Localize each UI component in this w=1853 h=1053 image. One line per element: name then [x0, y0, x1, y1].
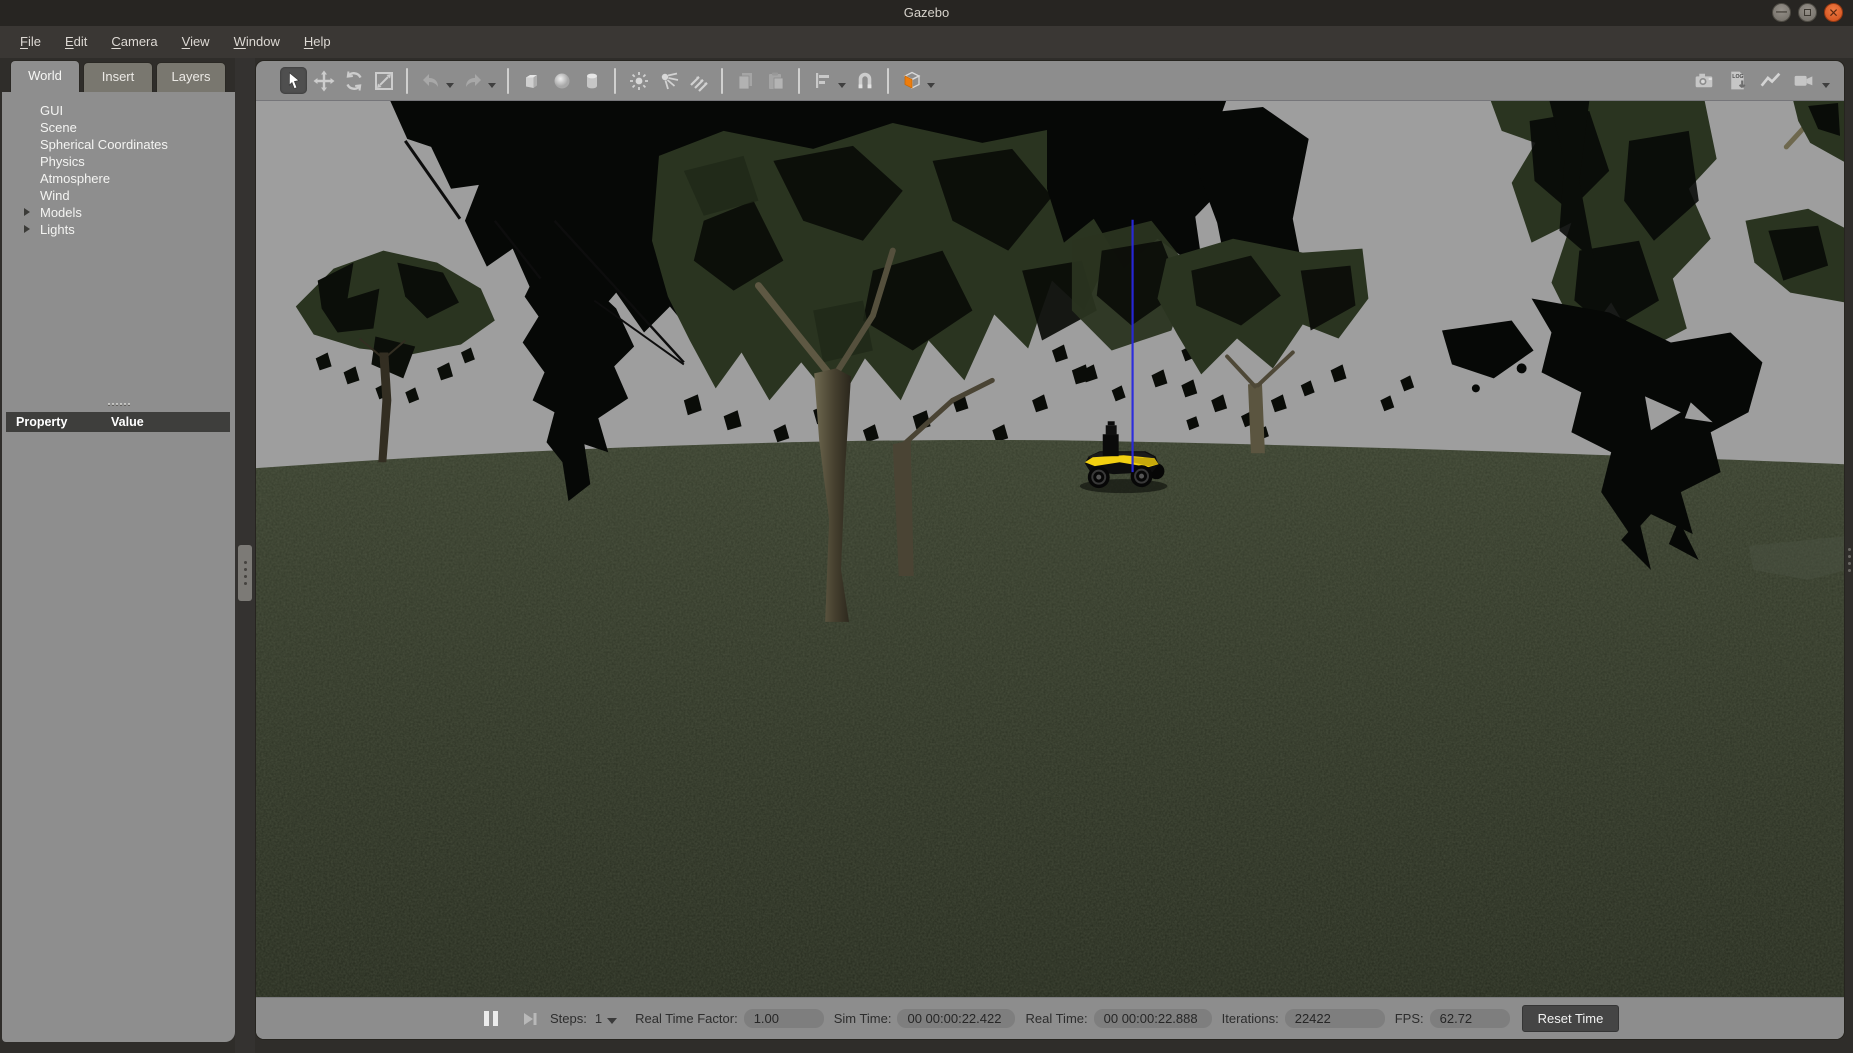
tree-item-lights[interactable]: Lights	[2, 221, 235, 238]
real-time-field[interactable]: 00 00:00:22.888	[1094, 1009, 1212, 1028]
menu-window[interactable]: Window	[222, 26, 292, 58]
right-splitter-handle[interactable]	[1848, 548, 1851, 572]
fps-field[interactable]: 62.72	[1430, 1009, 1510, 1028]
svg-text:LOG: LOG	[1732, 74, 1743, 80]
iterations-label: Iterations:	[1222, 1011, 1279, 1026]
translate-tool-icon[interactable]	[310, 67, 337, 94]
tree-item-physics[interactable]: Physics	[2, 153, 235, 170]
main-area: LOG	[255, 60, 1845, 1040]
toolbar-separator	[406, 68, 408, 94]
simulation-scene	[256, 101, 1844, 997]
maximize-button[interactable]	[1798, 3, 1817, 22]
select-tool-icon[interactable]	[280, 67, 307, 94]
world-panel: GUI Scene Spherical Coordinates Physics …	[2, 92, 235, 1042]
left-panel: World Insert Layers GUI Scene Spherical …	[2, 60, 235, 1042]
undo-icon[interactable]	[417, 67, 444, 94]
cylinder-shape-icon[interactable]	[578, 67, 605, 94]
spot-light-icon[interactable]	[655, 67, 682, 94]
minimize-button[interactable]: —	[1772, 3, 1791, 22]
window-controls: — ✕	[1772, 3, 1843, 22]
fps-label: FPS:	[1395, 1011, 1424, 1026]
sim-time-label: Sim Time:	[834, 1011, 892, 1026]
world-tree: GUI Scene Spherical Coordinates Physics …	[2, 92, 235, 238]
menu-help[interactable]: Help	[292, 26, 343, 58]
robot-sensor-mast	[1103, 434, 1119, 456]
render-viewport-3d[interactable]	[256, 101, 1844, 997]
toolbar-separator	[721, 68, 723, 94]
gazebo-window: Gazebo — ✕ File Edit Camera View Window …	[0, 0, 1853, 1053]
redo-icon[interactable]	[459, 67, 486, 94]
panel-tabs: World Insert Layers	[2, 60, 235, 92]
splitter-handle[interactable]	[238, 545, 252, 601]
menubar: File Edit Camera View Window Help	[0, 26, 1853, 58]
pause-button[interactable]	[480, 1008, 502, 1030]
property-column-header: Property	[6, 412, 111, 432]
tree-item-gui[interactable]: GUI	[2, 102, 235, 119]
tab-insert[interactable]: Insert	[83, 62, 153, 92]
toolbar-right-group: LOG	[1691, 67, 1844, 94]
screenshot-camera-icon[interactable]	[1691, 67, 1718, 94]
titlebar[interactable]: Gazebo — ✕	[0, 0, 1853, 26]
steps-dropdown-caret[interactable]	[607, 1018, 617, 1024]
directional-light-icon[interactable]	[685, 67, 712, 94]
align-tool-icon[interactable]	[809, 67, 836, 94]
dropdown-caret[interactable]	[927, 83, 935, 88]
rtf-field[interactable]: 1.00	[744, 1009, 824, 1028]
steps-label: Steps:	[550, 1011, 587, 1026]
plot-icon[interactable]	[1757, 67, 1784, 94]
tab-world[interactable]: World	[10, 60, 80, 92]
toolbar-separator	[507, 68, 509, 94]
dropdown-caret[interactable]	[446, 83, 454, 88]
expand-arrow-icon[interactable]	[24, 208, 30, 216]
vertical-splitter[interactable]	[235, 58, 255, 1053]
tree-item-spherical-coordinates[interactable]: Spherical Coordinates	[2, 136, 235, 153]
rtf-label: Real Time Factor:	[635, 1011, 738, 1026]
point-light-icon[interactable]	[625, 67, 652, 94]
steps-value[interactable]: 1	[595, 1011, 602, 1026]
tree-item-atmosphere[interactable]: Atmosphere	[2, 170, 235, 187]
close-button[interactable]: ✕	[1824, 3, 1843, 22]
dropdown-caret[interactable]	[838, 83, 846, 88]
toolbar-separator	[887, 68, 889, 94]
dropdown-caret[interactable]	[1822, 83, 1830, 88]
menu-edit[interactable]: Edit	[53, 26, 99, 58]
panel-splitter-handle[interactable]	[2, 400, 235, 408]
toolbar-separator	[798, 68, 800, 94]
box-shape-icon[interactable]	[518, 67, 545, 94]
sim-time-field[interactable]: 00 00:00:22.422	[897, 1009, 1015, 1028]
expand-arrow-icon[interactable]	[24, 225, 30, 233]
tree-item-scene[interactable]: Scene	[2, 119, 235, 136]
iterations-field[interactable]: 22422	[1285, 1009, 1385, 1028]
dropdown-caret[interactable]	[488, 83, 496, 88]
rotate-tool-icon[interactable]	[340, 67, 367, 94]
step-button[interactable]	[520, 1009, 540, 1029]
copy-icon[interactable]	[732, 67, 759, 94]
menu-camera[interactable]: Camera	[99, 26, 169, 58]
property-table-body[interactable]	[6, 432, 230, 1036]
tree-item-models[interactable]: Models	[2, 204, 235, 221]
tab-layers[interactable]: Layers	[156, 62, 226, 92]
tree-item-wind[interactable]: Wind	[2, 187, 235, 204]
snap-tool-icon[interactable]	[851, 67, 878, 94]
real-time-label: Real Time:	[1025, 1011, 1087, 1026]
scale-tool-icon[interactable]	[370, 67, 397, 94]
log-record-icon[interactable]: LOG	[1724, 67, 1751, 94]
menu-view[interactable]: View	[170, 26, 222, 58]
value-column-header: Value	[111, 412, 144, 432]
reset-time-button[interactable]: Reset Time	[1522, 1005, 1620, 1032]
window-title: Gazebo	[0, 0, 1853, 25]
menu-file[interactable]: File	[8, 26, 53, 58]
sphere-shape-icon[interactable]	[548, 67, 575, 94]
toolbar: LOG	[256, 61, 1844, 101]
toolbar-separator	[614, 68, 616, 94]
statusbar: Steps: 1 Real Time Factor: 1.00 Sim Time…	[256, 997, 1844, 1039]
property-table-header: Property Value	[6, 412, 230, 432]
paste-icon[interactable]	[762, 67, 789, 94]
video-record-icon[interactable]	[1790, 67, 1817, 94]
view-angle-icon[interactable]	[898, 67, 925, 94]
